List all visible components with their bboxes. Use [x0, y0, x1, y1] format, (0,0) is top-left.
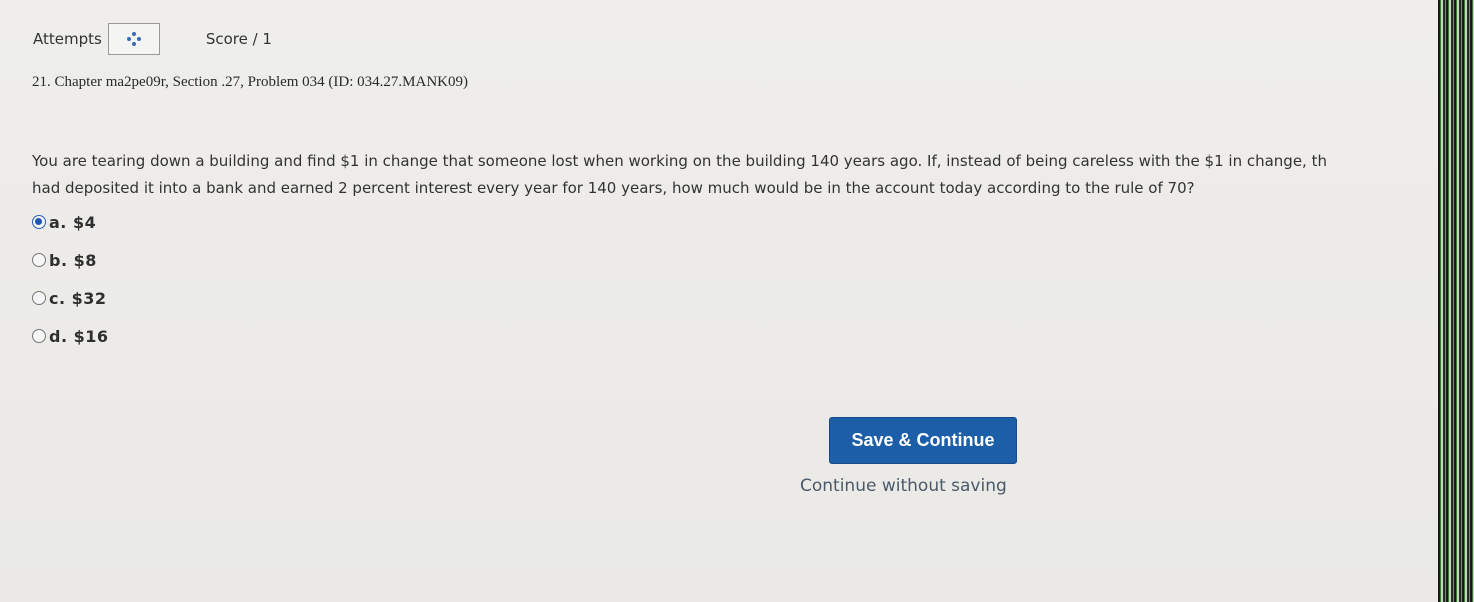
save-continue-button[interactable]: Save & Continue — [829, 417, 1017, 464]
option-c[interactable]: c. $32 — [32, 279, 109, 317]
continue-without-saving-link[interactable]: Continue without saving — [800, 476, 1007, 496]
option-d[interactable]: d. $16 — [32, 317, 109, 355]
attempts-label: Attempts — [33, 30, 102, 48]
screen-edge-artifact — [1438, 0, 1474, 602]
loading-dots-icon — [126, 32, 141, 46]
radio-b[interactable] — [32, 253, 46, 267]
attempts-indicator[interactable] — [107, 23, 160, 55]
option-b-label: b. $8 — [49, 250, 97, 270]
radio-d[interactable] — [32, 329, 46, 343]
option-d-label: d. $16 — [49, 326, 109, 346]
radio-c[interactable] — [32, 291, 46, 305]
attempts-score-header: Attempts Score / 1 — [33, 22, 272, 56]
quiz-page: Attempts Score / 1 21. Chapter ma2pe09r,… — [0, 0, 1438, 602]
score-label: Score / 1 — [205, 30, 272, 48]
question-line-2: had deposited it into a bank and earned … — [32, 179, 1195, 197]
problem-title: 21. Chapter ma2pe09r, Section .27, Probl… — [32, 74, 469, 90]
option-a-label: a. $4 — [49, 212, 97, 232]
option-a[interactable]: a. $4 — [32, 203, 109, 241]
answer-options: a. $4 b. $8 c. $32 d. $16 — [32, 203, 109, 355]
radio-a[interactable] — [32, 215, 46, 229]
option-c-label: c. $32 — [49, 288, 107, 308]
question-text: You are tearing down a building and find… — [32, 148, 1432, 202]
question-line-1: You are tearing down a building and find… — [32, 152, 1327, 170]
option-b[interactable]: b. $8 — [32, 241, 109, 279]
